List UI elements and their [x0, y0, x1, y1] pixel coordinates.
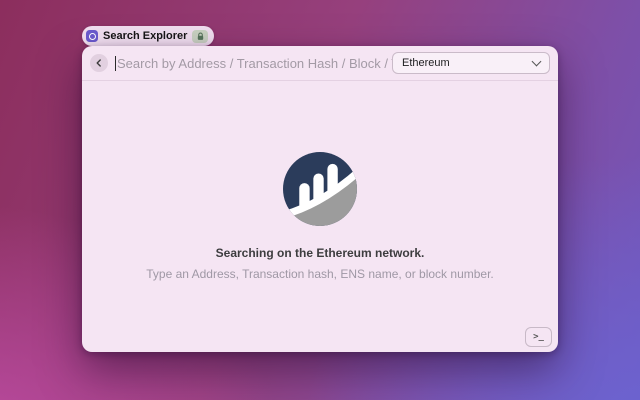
chevron-down-icon [532, 57, 542, 67]
back-button[interactable] [90, 54, 108, 72]
empty-state-subtitle: Type an Address, Transaction hash, ENS n… [146, 267, 494, 281]
empty-state-title: Searching on the Ethereum network. [216, 246, 425, 260]
overlay-tag[interactable]: Search Explorer [82, 26, 214, 46]
extension-icon [86, 30, 98, 42]
search-bar: Ethereum [82, 46, 558, 81]
empty-state: Searching on the Ethereum network. Type … [82, 81, 558, 352]
lock-icon [192, 30, 208, 43]
text-cursor [115, 56, 116, 71]
terminal-icon: >_ [533, 332, 544, 342]
overlay-tag-label: Search Explorer [103, 30, 187, 42]
search-input[interactable] [117, 56, 392, 71]
network-select-value: Ethereum [402, 57, 450, 69]
blockscout-logo [283, 152, 357, 226]
search-explorer-window: Ethereum Searching on the Ethereum netwo… [82, 46, 558, 352]
chevron-left-icon [95, 59, 103, 67]
network-select[interactable]: Ethereum [392, 52, 550, 74]
actions-terminal-button[interactable]: >_ [525, 327, 552, 347]
